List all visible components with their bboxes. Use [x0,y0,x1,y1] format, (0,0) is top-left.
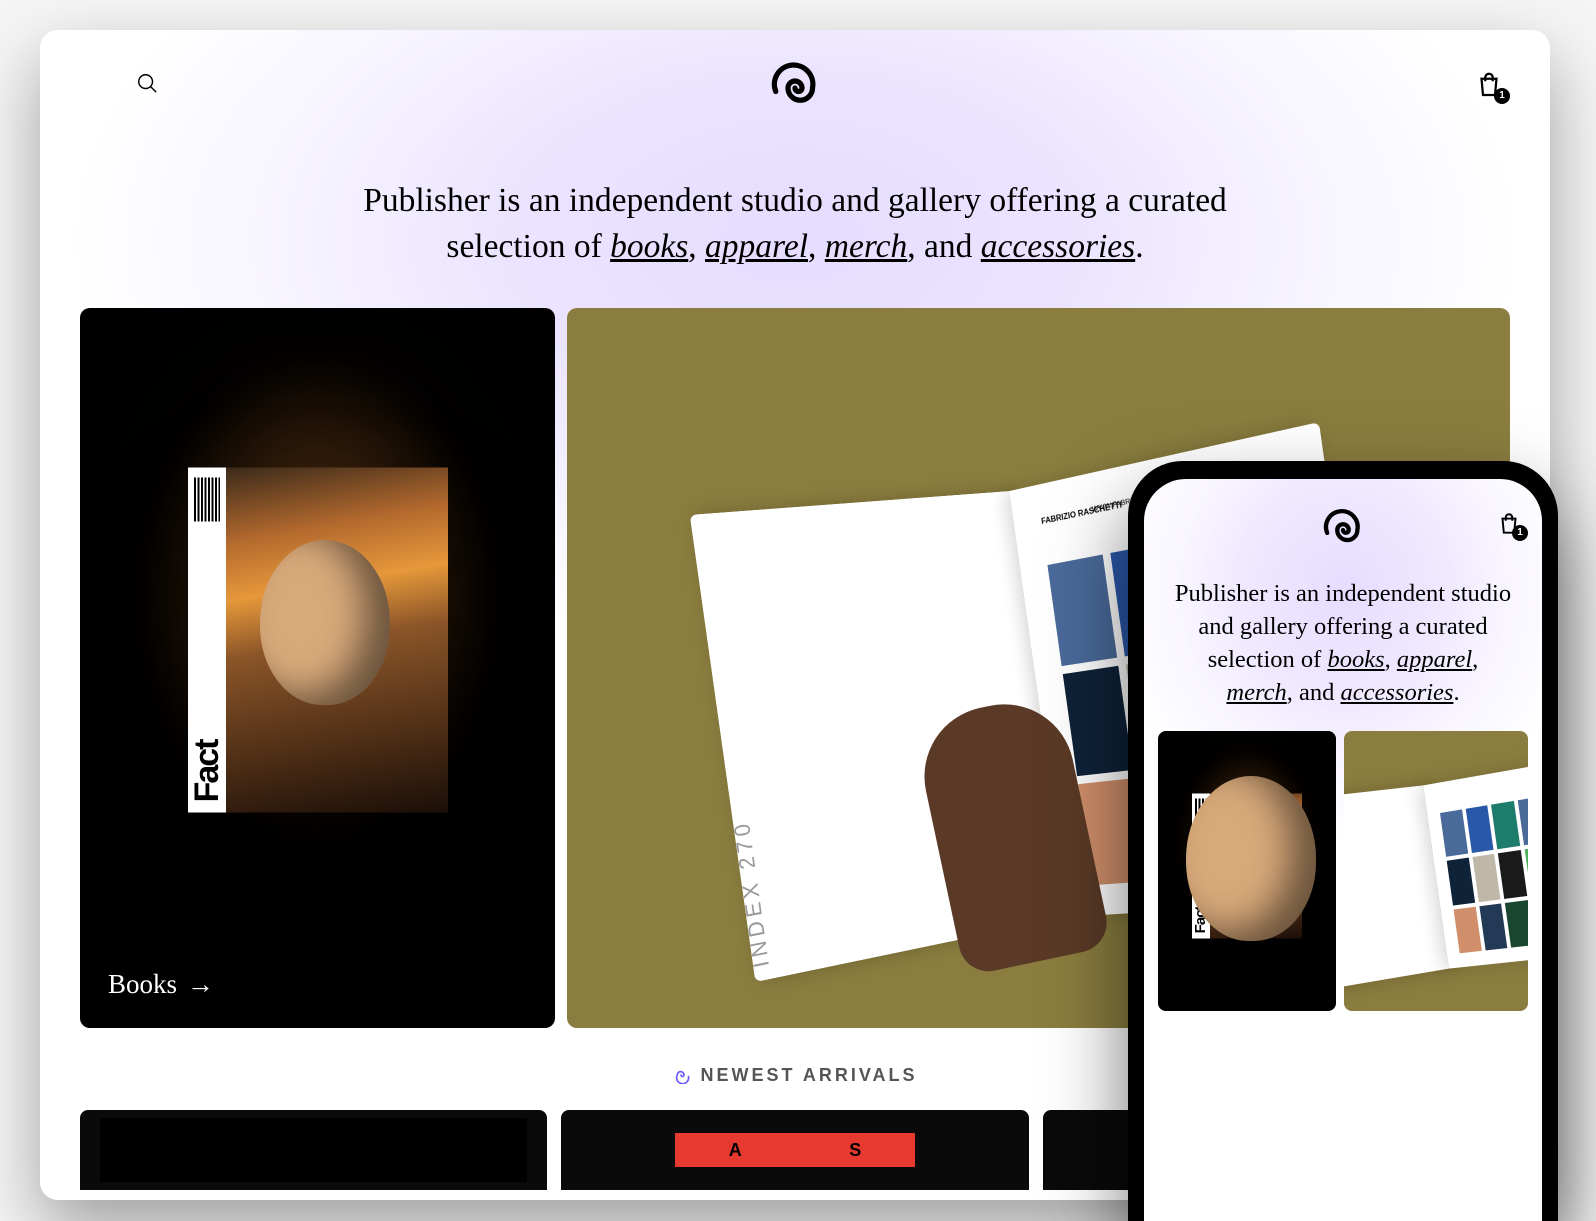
arrival-card[interactable] [80,1110,547,1190]
link-merch[interactable]: merch [1226,679,1286,706]
barcode-icon [194,477,220,521]
link-accessories[interactable]: accessories [981,228,1135,265]
link-books[interactable]: books [1327,646,1384,673]
site-header: 1 [1144,479,1542,569]
magazine-mock: Fact [1192,793,1302,938]
brand-logo-icon[interactable] [767,60,823,116]
link-apparel[interactable]: apparel [1397,646,1472,673]
hero-grid: Fact [1158,731,1528,1011]
hero-tagline: Publisher is an independent studio and g… [345,178,1245,270]
category-card-books[interactable]: Fact [1158,731,1336,1011]
page-folio: INDEX 270 [729,818,775,970]
spiral-bullet-icon [672,1066,690,1084]
newest-label: NEWEST ARRIVALS [700,1066,917,1084]
arrow-right-icon: → [187,969,214,1000]
arrival-card[interactable]: A S [561,1110,1028,1190]
cart-button[interactable]: 1 [1496,511,1522,537]
mobile-device-frame: 1 Publisher is an independent studio and… [1128,461,1558,1221]
cart-count-badge: 1 [1512,525,1528,541]
card-label: Books → [108,969,214,1000]
link-books[interactable]: books [610,228,688,265]
link-merch[interactable]: merch [825,228,907,265]
cart-count-badge: 1 [1494,88,1510,104]
site-header: 1 [40,30,1550,130]
link-accessories[interactable]: accessories [1341,679,1454,706]
link-apparel[interactable]: apparel [705,228,808,265]
portrait-graphic [260,540,390,705]
cart-button[interactable]: 1 [1474,70,1504,100]
category-card-books[interactable]: Fact Books → [80,308,555,1028]
search-icon[interactable] [136,72,158,94]
hero-tagline: Publisher is an independent studio and g… [1172,577,1514,709]
mobile-viewport: 1 Publisher is an independent studio and… [1144,479,1542,1221]
brand-logo-icon[interactable] [1320,507,1366,553]
category-card-reading[interactable] [1344,731,1528,1011]
magazine-title: Fact [190,740,224,802]
magazine-mock: Fact [188,467,448,812]
